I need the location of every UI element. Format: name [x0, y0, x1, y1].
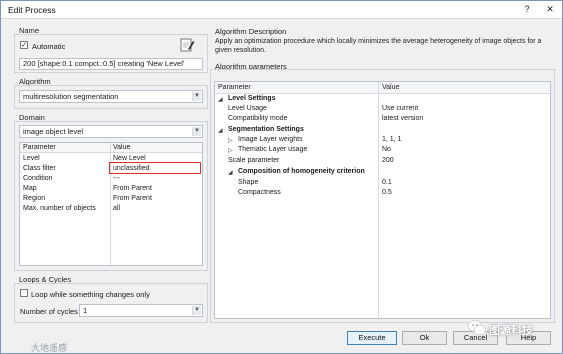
automatic-label: Automatic: [32, 42, 66, 51]
cycles-value: 1: [83, 306, 88, 315]
domain-parameter-grid: Parameter Value Level New Level Class fi…: [19, 142, 203, 266]
domain-value: image object level: [23, 127, 84, 136]
domain-row-condition-param: Condition: [23, 175, 53, 182]
class-filter-highlight: [109, 162, 201, 174]
domain-row-map-param: Map: [23, 185, 37, 192]
expand-triangle-icon[interactable]: ▷: [228, 137, 233, 144]
close-button[interactable]: ✕: [539, 2, 561, 17]
watermark-left: 大地遥感: [31, 343, 68, 353]
scale-param-value[interactable]: 200: [382, 156, 394, 166]
collapse-triangle-icon[interactable]: ◢: [218, 127, 223, 134]
ok-button[interactable]: Ok: [402, 331, 447, 345]
edit-name-icon[interactable]: [179, 37, 195, 53]
compactness-value[interactable]: 0.5: [382, 188, 392, 198]
collapse-triangle-icon[interactable]: ◢: [218, 96, 223, 103]
cycles-select[interactable]: 1 ▼: [79, 304, 203, 317]
scale-param-param: Scale parameter: [228, 157, 280, 164]
shape-param: Shape: [238, 179, 259, 186]
help-title-button[interactable]: ?: [516, 2, 538, 17]
algorithm-value: multiresolution segmentation: [23, 92, 119, 101]
loop-label: Loop while something changes only: [31, 290, 150, 299]
window-title: Edit Process: [8, 5, 56, 15]
compat-mode-param: Compatibility mode: [228, 115, 288, 122]
seg-settings-section: Segmentation Settings: [228, 126, 304, 133]
loops-group: [14, 283, 208, 323]
domain-row-class-filter-param: Class filter: [23, 165, 56, 172]
domain-row-condition-value[interactable]: ---: [113, 174, 120, 184]
shape-value[interactable]: 0.1: [382, 178, 392, 188]
level-settings-section: Level Settings: [228, 95, 276, 102]
domain-row-max-objects-value[interactable]: all: [113, 204, 120, 214]
expand-triangle-icon[interactable]: ▷: [228, 147, 233, 154]
composition-section: Composition of homogeneity criterion: [238, 168, 365, 175]
algo-parameter-grid: Parameter Value ◢ Level Settings Level U…: [214, 81, 551, 319]
domain-select[interactable]: image object level ▼: [19, 125, 203, 138]
domain-row-region-param: Region: [23, 195, 46, 202]
execute-button[interactable]: Execute: [347, 331, 397, 345]
chevron-down-icon[interactable]: ▼: [192, 306, 201, 315]
automatic-checkbox[interactable]: ✓: [20, 41, 28, 49]
process-name-input[interactable]: 200 [shape:0.1 compct.:0.5] creating 'Ne…: [19, 58, 203, 70]
chevron-down-icon[interactable]: ▼: [192, 92, 201, 101]
compactness-param: Compactness: [238, 189, 281, 196]
domain-row-map-value[interactable]: From Parent: [113, 184, 152, 194]
algorithm-select[interactable]: multiresolution segmentation ▼: [19, 90, 203, 103]
thematic-usage-value[interactable]: No: [382, 145, 391, 155]
param-column-header: Parameter: [218, 84, 251, 91]
domain-row-region-value[interactable]: From Parent: [113, 194, 152, 204]
level-usage-value[interactable]: Use current: [382, 104, 418, 114]
img-layer-weights-param: Image Layer weights: [238, 136, 303, 143]
loop-checkbox[interactable]: [20, 289, 28, 297]
wechat-logo-icon: [467, 319, 487, 337]
algo-desc-text: Apply an optimization procedure which lo…: [215, 38, 542, 54]
title-bar: Edit Process ? ✕: [1, 1, 562, 19]
collapse-triangle-icon[interactable]: ◢: [228, 169, 233, 176]
level-usage-param: Level Usage: [228, 105, 267, 112]
domain-row-level-param: Level: [23, 155, 40, 162]
compat-mode-value[interactable]: latest version: [382, 114, 423, 124]
domain-row-max-objects-param: Max. number of objects: [23, 205, 96, 212]
cycles-label: Number of cycles: [20, 307, 78, 316]
column-divider: [378, 82, 379, 318]
thematic-usage-param: Thematic Layer usage: [238, 146, 308, 153]
value-column-header: Value: [113, 144, 131, 151]
edit-process-dialog: Edit Process ? ✕ Name ✓ Automatic 200 [s…: [0, 0, 563, 354]
img-layer-weights-value[interactable]: 1, 1, 1: [382, 135, 401, 145]
algo-desc-label: Algorithm Description: [215, 27, 287, 36]
value-column-header: Value: [382, 84, 400, 91]
watermark-right: 图源科技: [489, 325, 533, 337]
chevron-down-icon[interactable]: ▼: [192, 127, 201, 136]
param-column-header: Parameter: [23, 144, 56, 151]
